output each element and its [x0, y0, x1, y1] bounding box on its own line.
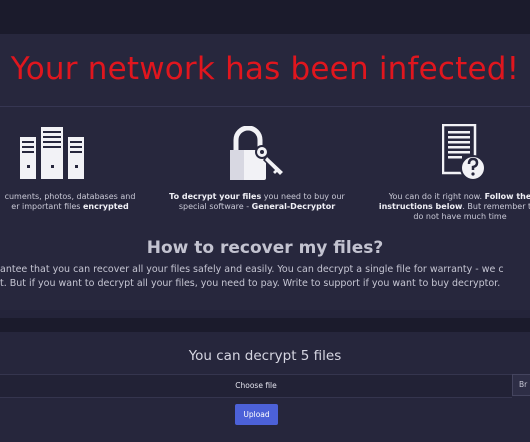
caption-line: . But remember tha — [462, 202, 530, 211]
server-racks-icon — [20, 127, 84, 179]
choose-file-label: Choose file — [235, 381, 277, 390]
recovery-paragraph-line: antee that you can recover all your file… — [0, 264, 504, 275]
caption-emphasis: instructions below — [378, 202, 463, 211]
document-question-icon — [442, 124, 486, 181]
top-strip — [0, 0, 530, 34]
caption-line: cuments, photos, databases and — [4, 192, 136, 201]
decrypt-files-heading: You can decrypt 5 files — [188, 348, 342, 364]
padlock-key-icon — [230, 126, 286, 180]
feature-caption-instructions: You can do it right now. Follow the inst… — [356, 192, 530, 222]
browse-button[interactable]: Br — [512, 374, 530, 396]
upload-button[interactable]: Upload — [235, 404, 278, 425]
caption-line: special software - — [178, 202, 252, 211]
recover-files-heading: How to recover my files? — [146, 238, 384, 258]
infection-headline: Your network has been infected! — [10, 51, 520, 87]
feature-caption-decrypt: To decrypt your files you need to buy ou… — [159, 192, 355, 212]
caption-line: do not have much time — [413, 212, 507, 221]
caption-emphasis: General-Decryptor — [251, 202, 336, 211]
caption-line: er important files — [11, 202, 83, 211]
caption-emphasis: encrypted — [82, 202, 129, 211]
divider — [0, 106, 530, 107]
caption-line: you need to buy our — [261, 192, 345, 201]
caption-line: You can do it right now. — [388, 192, 485, 201]
caption-emphasis: To decrypt your files — [169, 192, 262, 201]
caption-emphasis: Follow the — [484, 192, 530, 201]
section-separator — [0, 318, 530, 332]
recovery-paragraph-line: t. But if you want to decrypt all your f… — [0, 278, 501, 289]
feature-caption-encrypted: cuments, photos, databases and er import… — [0, 192, 142, 212]
